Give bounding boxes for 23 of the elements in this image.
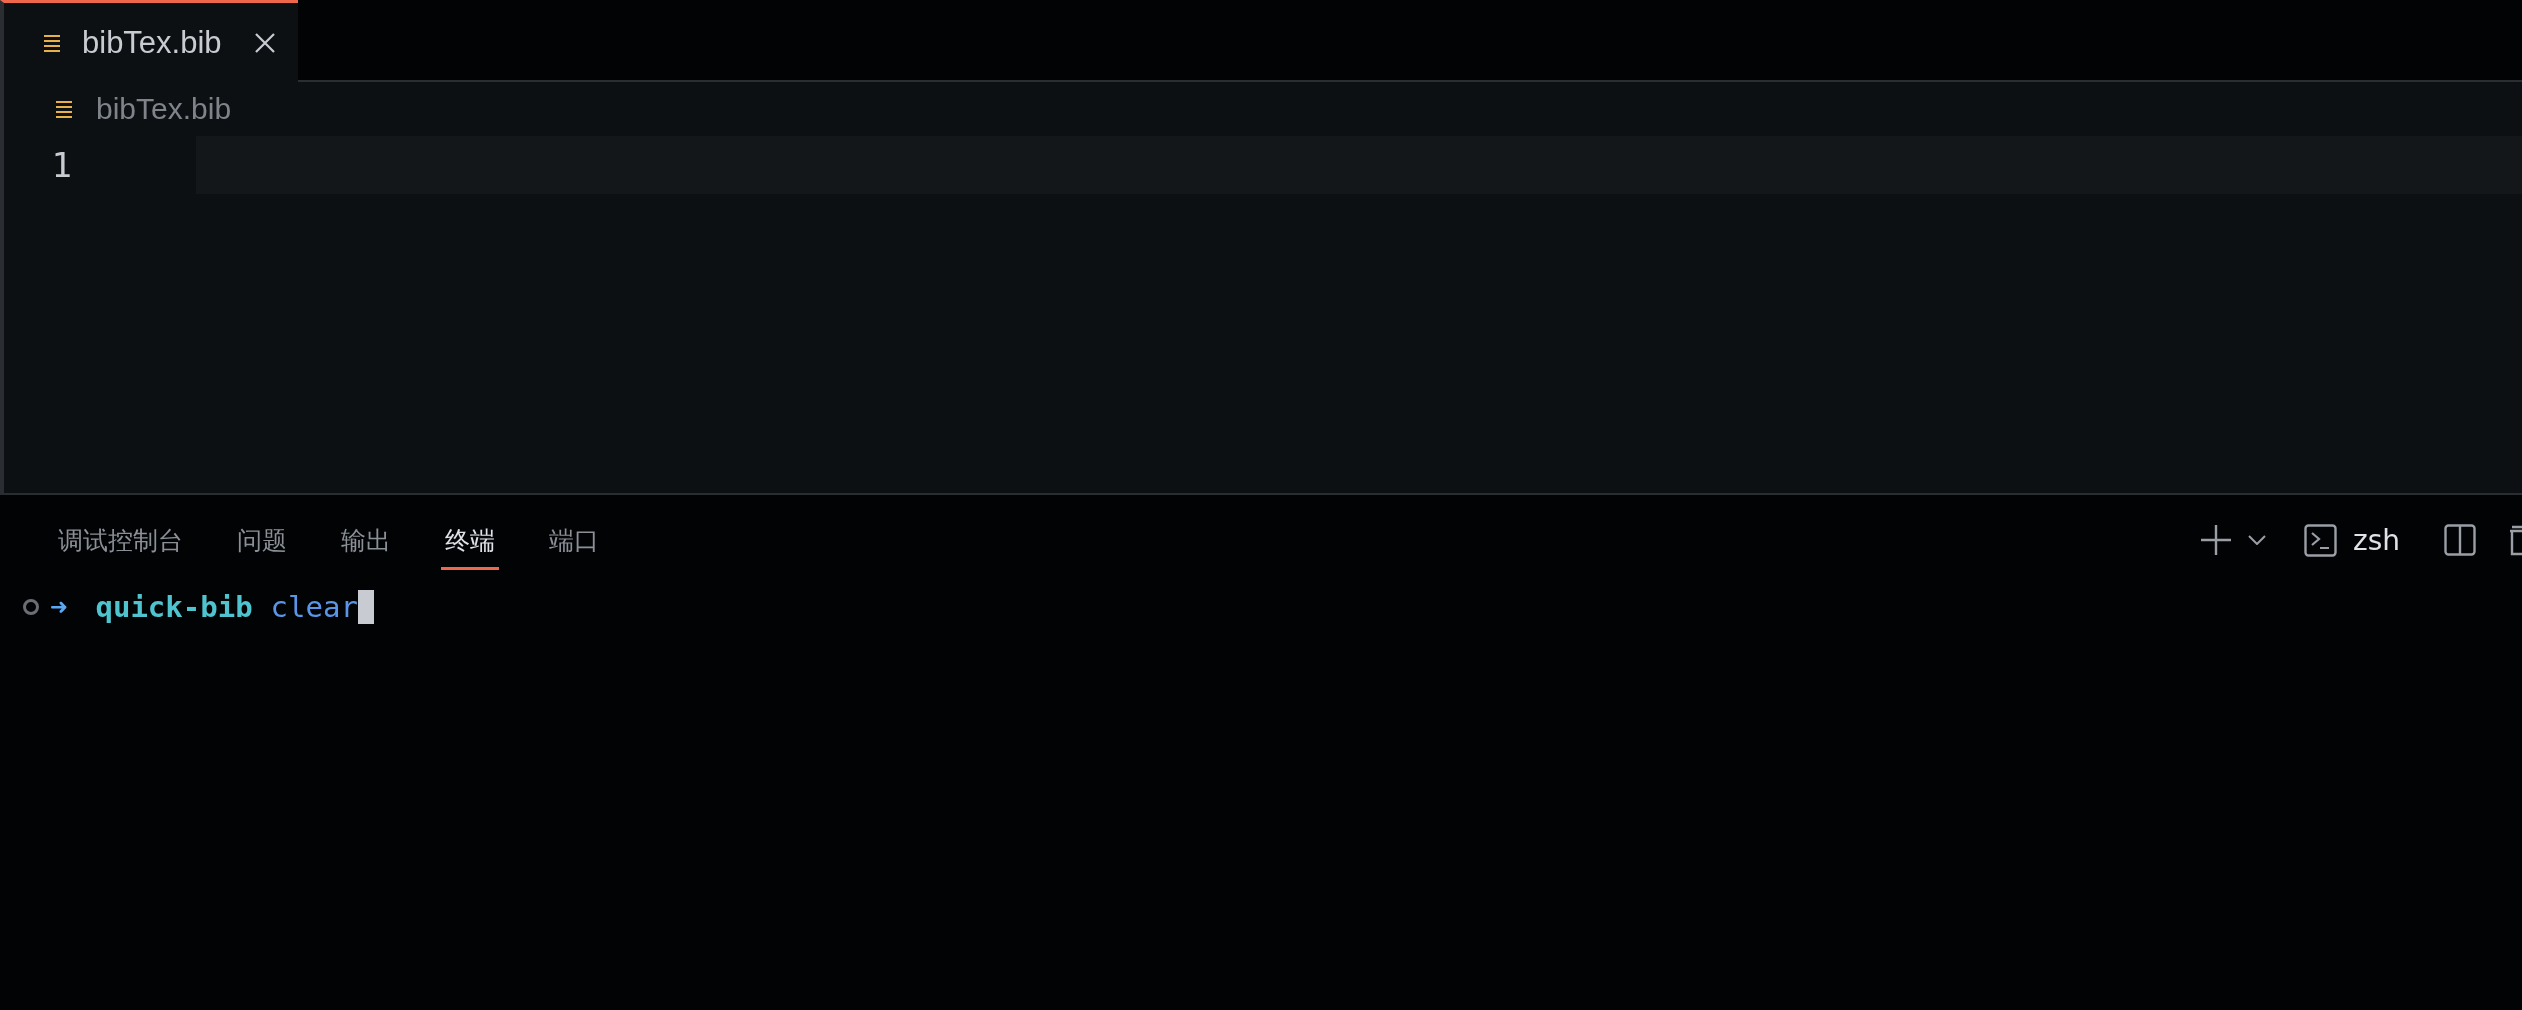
status-circle-icon — [22, 598, 40, 616]
split-icon[interactable] — [2444, 524, 2476, 556]
file-lines-icon — [56, 100, 72, 118]
panel-tab[interactable]: 输出 — [337, 510, 395, 570]
prompt-directory: quick-bib — [95, 590, 253, 624]
trash-icon[interactable] — [2508, 523, 2522, 557]
file-lines-icon — [44, 33, 60, 52]
plus-icon[interactable] — [2199, 524, 2232, 556]
close-icon[interactable] — [253, 31, 276, 54]
terminal-command: clear — [270, 590, 358, 624]
prompt-arrow: ➜ — [50, 590, 68, 624]
panel-tab[interactable]: 终端 — [441, 510, 499, 570]
line-number: 1 — [50, 145, 73, 185]
chevron-down-icon[interactable] — [2247, 535, 2266, 545]
editor-tab[interactable]: bibTex.bib — [0, 0, 298, 82]
tab-label: bibTex.bib — [82, 24, 222, 61]
shell-name[interactable]: zsh — [2352, 523, 2400, 557]
terminal-icon[interactable] — [2303, 523, 2337, 557]
panel-tab[interactable]: 端口 — [545, 510, 603, 570]
breadcrumb[interactable]: bibTex.bib — [96, 92, 232, 126]
text-cursor — [357, 590, 374, 624]
panel-tab[interactable]: 调试控制台 — [54, 510, 187, 570]
panel-tab[interactable]: 问题 — [233, 510, 291, 570]
